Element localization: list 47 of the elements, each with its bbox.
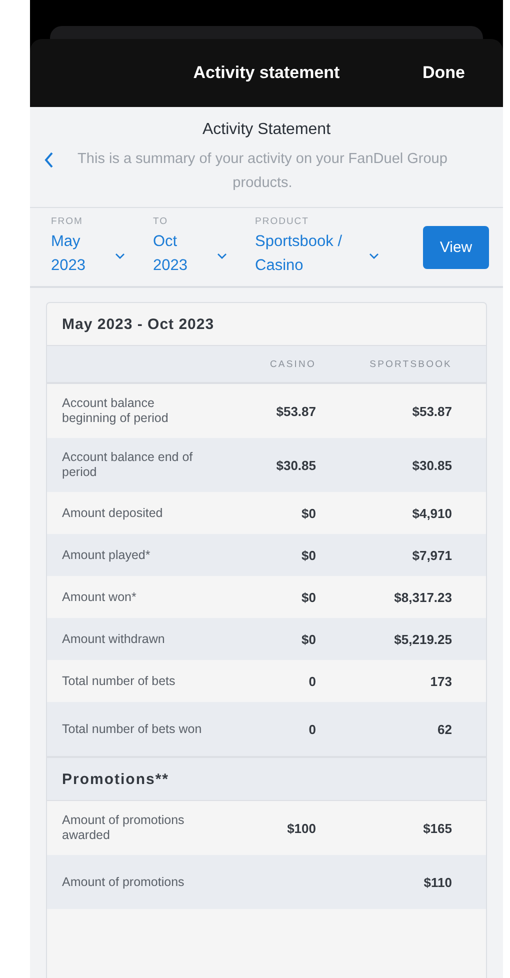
sportsbook-value: $4,910 — [411, 506, 452, 520]
summary-text: This is a summary of your activity on your FanDuel Group products. — [76, 150, 448, 193]
sportsbook-value: $5,219.25 — [393, 632, 452, 646]
row-label: Account balance end of period — [62, 450, 194, 480]
filter-label: TO — [153, 216, 170, 227]
casino-value: $30.85 — [275, 458, 316, 472]
row-label: Amount of promotions awarded — [62, 813, 186, 843]
filter-dropdown[interactable]: May 2023 — [51, 230, 111, 278]
row-label: Amount deposited — [62, 506, 164, 520]
filter-dropdown[interactable]: Oct 2023 — [153, 230, 213, 278]
filter-dropdown[interactable]: Sportsbook / Casino — [255, 230, 365, 278]
sportsbook-value: 62 — [436, 722, 452, 736]
view-button[interactable]: View — [423, 226, 489, 268]
row-label: Amount won* — [62, 590, 138, 604]
sportsbook-value: $110 — [422, 874, 452, 890]
casino-value: $100 — [286, 820, 316, 836]
casino-value: $0 — [300, 590, 316, 604]
chevron-down-icon — [115, 253, 125, 260]
row-label: Total number of bets — [62, 674, 176, 688]
sportsbook-value: $8,317.23 — [393, 590, 452, 604]
casino-value: 0 — [308, 674, 316, 688]
statement-title: Activity Statement — [202, 121, 331, 139]
casino-value: $0 — [300, 506, 316, 520]
promotions-title: Promotions** — [47, 756, 486, 801]
row-label: Total number of bets won — [62, 722, 203, 736]
casino-value: $0 — [300, 632, 316, 646]
back-icon[interactable] — [44, 152, 54, 168]
row-label: Amount withdrawn — [62, 632, 166, 646]
casino-value: $0 — [300, 548, 316, 562]
filter-label: FROM — [51, 216, 84, 227]
column-header: CASINO — [268, 358, 316, 370]
casino-value: $53.87 — [275, 404, 316, 418]
filter-label: PRODUCT — [255, 216, 310, 227]
done-button[interactable]: Done — [422, 63, 465, 83]
sportsbook-value: $7,971 — [411, 548, 452, 562]
row-label: Amount played* — [62, 548, 152, 562]
sportsbook-value: $165 — [422, 820, 452, 836]
sportsbook-value: 173 — [429, 674, 452, 688]
chevron-down-icon — [217, 253, 227, 260]
row-label: Account balance beginning of period — [62, 396, 170, 426]
casino-value: 0 — [308, 722, 316, 736]
chevron-down-icon — [369, 253, 379, 260]
sportsbook-value: $53.87 — [411, 404, 452, 418]
column-header: SPORTSBOOK — [368, 358, 452, 370]
row-label: Amount of promotions — [62, 874, 186, 890]
window-title: Activity statement — [193, 63, 340, 83]
sportsbook-value: $30.85 — [411, 458, 452, 472]
